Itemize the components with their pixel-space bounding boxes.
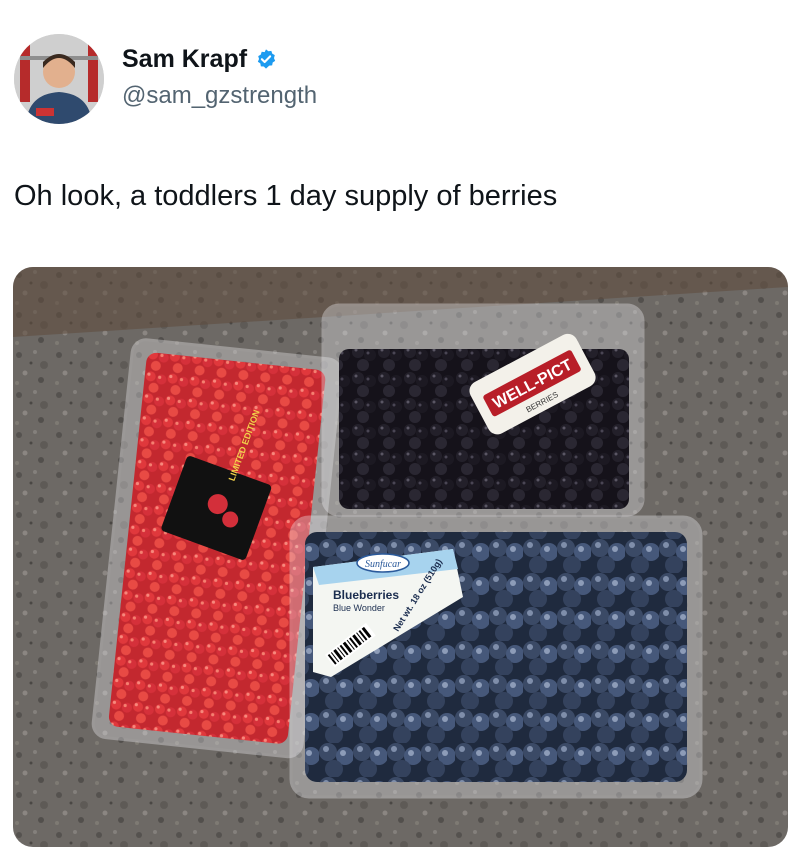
blueberry-name: Blueberries bbox=[333, 588, 399, 602]
blackberry-container: WELL-PICT BERRIES bbox=[321, 303, 645, 517]
display-name-row[interactable]: Sam Krapf bbox=[122, 44, 317, 74]
blueberry-variety: Blue Wonder bbox=[333, 603, 385, 613]
profile-photo-icon bbox=[14, 34, 104, 124]
photo-berries-icon: LIMITED EDITION WELL-PICT BERRIES Sunfuc… bbox=[13, 267, 788, 847]
blueberry-brand: Sunfucar bbox=[365, 559, 401, 570]
tweet-media-photo[interactable]: LIMITED EDITION WELL-PICT BERRIES Sunfuc… bbox=[13, 267, 788, 847]
blueberry-container: Sunfucar Blueberries Blue Wonder Net wt.… bbox=[289, 515, 703, 799]
avatar[interactable] bbox=[14, 34, 104, 124]
tweet-text: Oh look, a toddlers 1 day supply of berr… bbox=[14, 180, 558, 212]
display-name: Sam Krapf bbox=[122, 45, 248, 73]
user-handle[interactable]: @sam_gzstrength bbox=[122, 80, 317, 112]
tweet-header: Sam Krapf @sam_gzstrength bbox=[14, 34, 786, 128]
verified-badge-icon bbox=[257, 49, 276, 69]
